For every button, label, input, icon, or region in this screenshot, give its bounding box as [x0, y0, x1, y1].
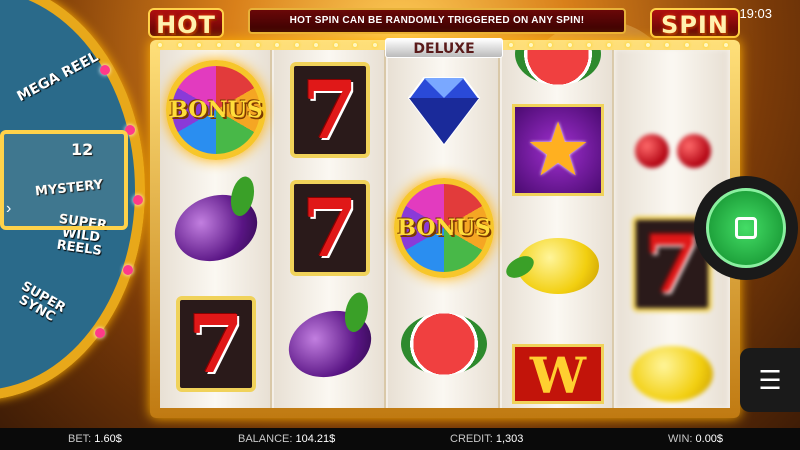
reel-1: BONUS 7 — [160, 50, 272, 408]
symbol-seven: 7 — [280, 174, 380, 282]
wheel-bulb — [123, 265, 133, 275]
symbol-plum — [280, 290, 380, 398]
symbol-watermelon — [394, 290, 494, 398]
frame-light — [606, 43, 611, 47]
frame-light — [509, 43, 513, 47]
star-icon: ★ — [524, 108, 592, 191]
stop-button-face[interactable] — [706, 188, 786, 268]
win-value: 0.00$ — [695, 433, 724, 445]
symbol-diamond — [394, 56, 494, 164]
seven-glyph: 7 — [188, 297, 244, 391]
bet-value: 1.60$ — [94, 433, 122, 445]
frame-light — [567, 43, 572, 47]
spin-stop-button[interactable] — [694, 176, 798, 280]
symbol-lemon — [622, 320, 722, 408]
frame-light — [645, 43, 650, 47]
seven-glyph: 7 — [302, 181, 358, 275]
symbol-seven: 7 — [166, 290, 266, 398]
bet-display: BET: 1.60$ — [68, 433, 122, 445]
frame-light — [548, 43, 552, 47]
bet-label: BET: — [68, 433, 92, 445]
symbol-lemon — [502, 212, 608, 320]
game-stage: MEGA REEL 12 MYSTERY SUPER WILD REELS SU… — [0, 0, 800, 450]
balance-value: 104.21$ — [295, 433, 336, 445]
status-bar: BET: 1.60$ BALANCE: 104.21$ CREDIT: 1,30… — [0, 428, 800, 450]
win-label: WIN: — [668, 433, 693, 445]
frame-light — [197, 43, 201, 47]
frame-light — [333, 43, 338, 47]
clock: 19:03 — [739, 6, 772, 21]
logo-spin: SPIN — [650, 8, 740, 39]
frame-light — [177, 43, 182, 47]
win-display: WIN: 0.00$ — [668, 433, 723, 445]
reel-frame: BONUS 7 7 7 BONUS ★ W 7 — [150, 40, 740, 418]
reel-3: BONUS — [388, 50, 500, 408]
wheel-bulb — [100, 65, 110, 75]
bonus-label: BONUS — [397, 215, 491, 241]
wild-glyph: W — [529, 346, 587, 405]
credit-value: 1,303 — [495, 433, 524, 445]
wheel-bulb — [95, 328, 105, 338]
frame-light — [704, 43, 708, 47]
frame-light — [626, 43, 630, 47]
symbol-star: ★ — [508, 96, 608, 204]
diamond-icon — [407, 77, 481, 146]
frame-light — [255, 43, 260, 47]
symbol-cherry — [622, 80, 722, 188]
symbol-wild: W — [508, 320, 608, 408]
wheel-selector-frame — [0, 130, 128, 230]
frame-light — [294, 43, 299, 47]
balance-display: BALANCE: 104.21$ — [238, 433, 335, 445]
cherry-icon — [635, 134, 669, 168]
frame-light — [314, 43, 318, 47]
seven-glyph: 7 — [302, 63, 358, 157]
symbol-plum — [166, 174, 266, 282]
frame-light — [216, 43, 221, 47]
symbol-bonus: BONUS — [166, 56, 266, 164]
balance-label: BALANCE: — [238, 433, 293, 445]
deluxe-badge: DELUXE — [385, 38, 503, 58]
frame-light — [665, 43, 669, 47]
frame-light — [275, 43, 279, 47]
menu-button[interactable]: ☰ — [740, 348, 800, 412]
wheel-pointer-icon: › — [6, 200, 12, 217]
wheel-segment-super-sync: SUPER SYNC — [16, 278, 68, 325]
logo-hot: HOT — [148, 8, 224, 39]
reel-window: BONUS 7 7 7 BONUS ★ W 7 — [160, 50, 730, 408]
frame-light — [587, 43, 591, 47]
reel-4: ★ W — [502, 50, 614, 408]
frame-light — [528, 43, 533, 47]
wheel-bulb — [133, 195, 143, 205]
credit-label: CREDIT: — [450, 433, 493, 445]
symbol-seven: 7 — [280, 56, 380, 164]
frame-light — [684, 43, 689, 47]
bonus-label: BONUS — [169, 97, 263, 123]
frame-light — [236, 43, 240, 47]
frame-light — [353, 43, 357, 47]
symbol-bonus: BONUS — [394, 174, 494, 282]
frame-light — [723, 43, 728, 47]
menu-icon: ☰ — [758, 364, 782, 395]
credit-display: CREDIT: 1,303 — [450, 433, 523, 445]
stop-icon — [735, 217, 757, 239]
frame-light — [158, 43, 162, 47]
info-banner: HOT SPIN CAN BE RANDOMLY TRIGGERED ON AN… — [248, 8, 626, 34]
seven-glyph: 7 — [644, 217, 700, 311]
reel-2: 7 7 — [274, 50, 386, 408]
wheel-segment-mega-reel: MEGA REEL — [14, 48, 102, 106]
frame-light — [372, 43, 377, 47]
cherry-icon — [677, 134, 711, 168]
